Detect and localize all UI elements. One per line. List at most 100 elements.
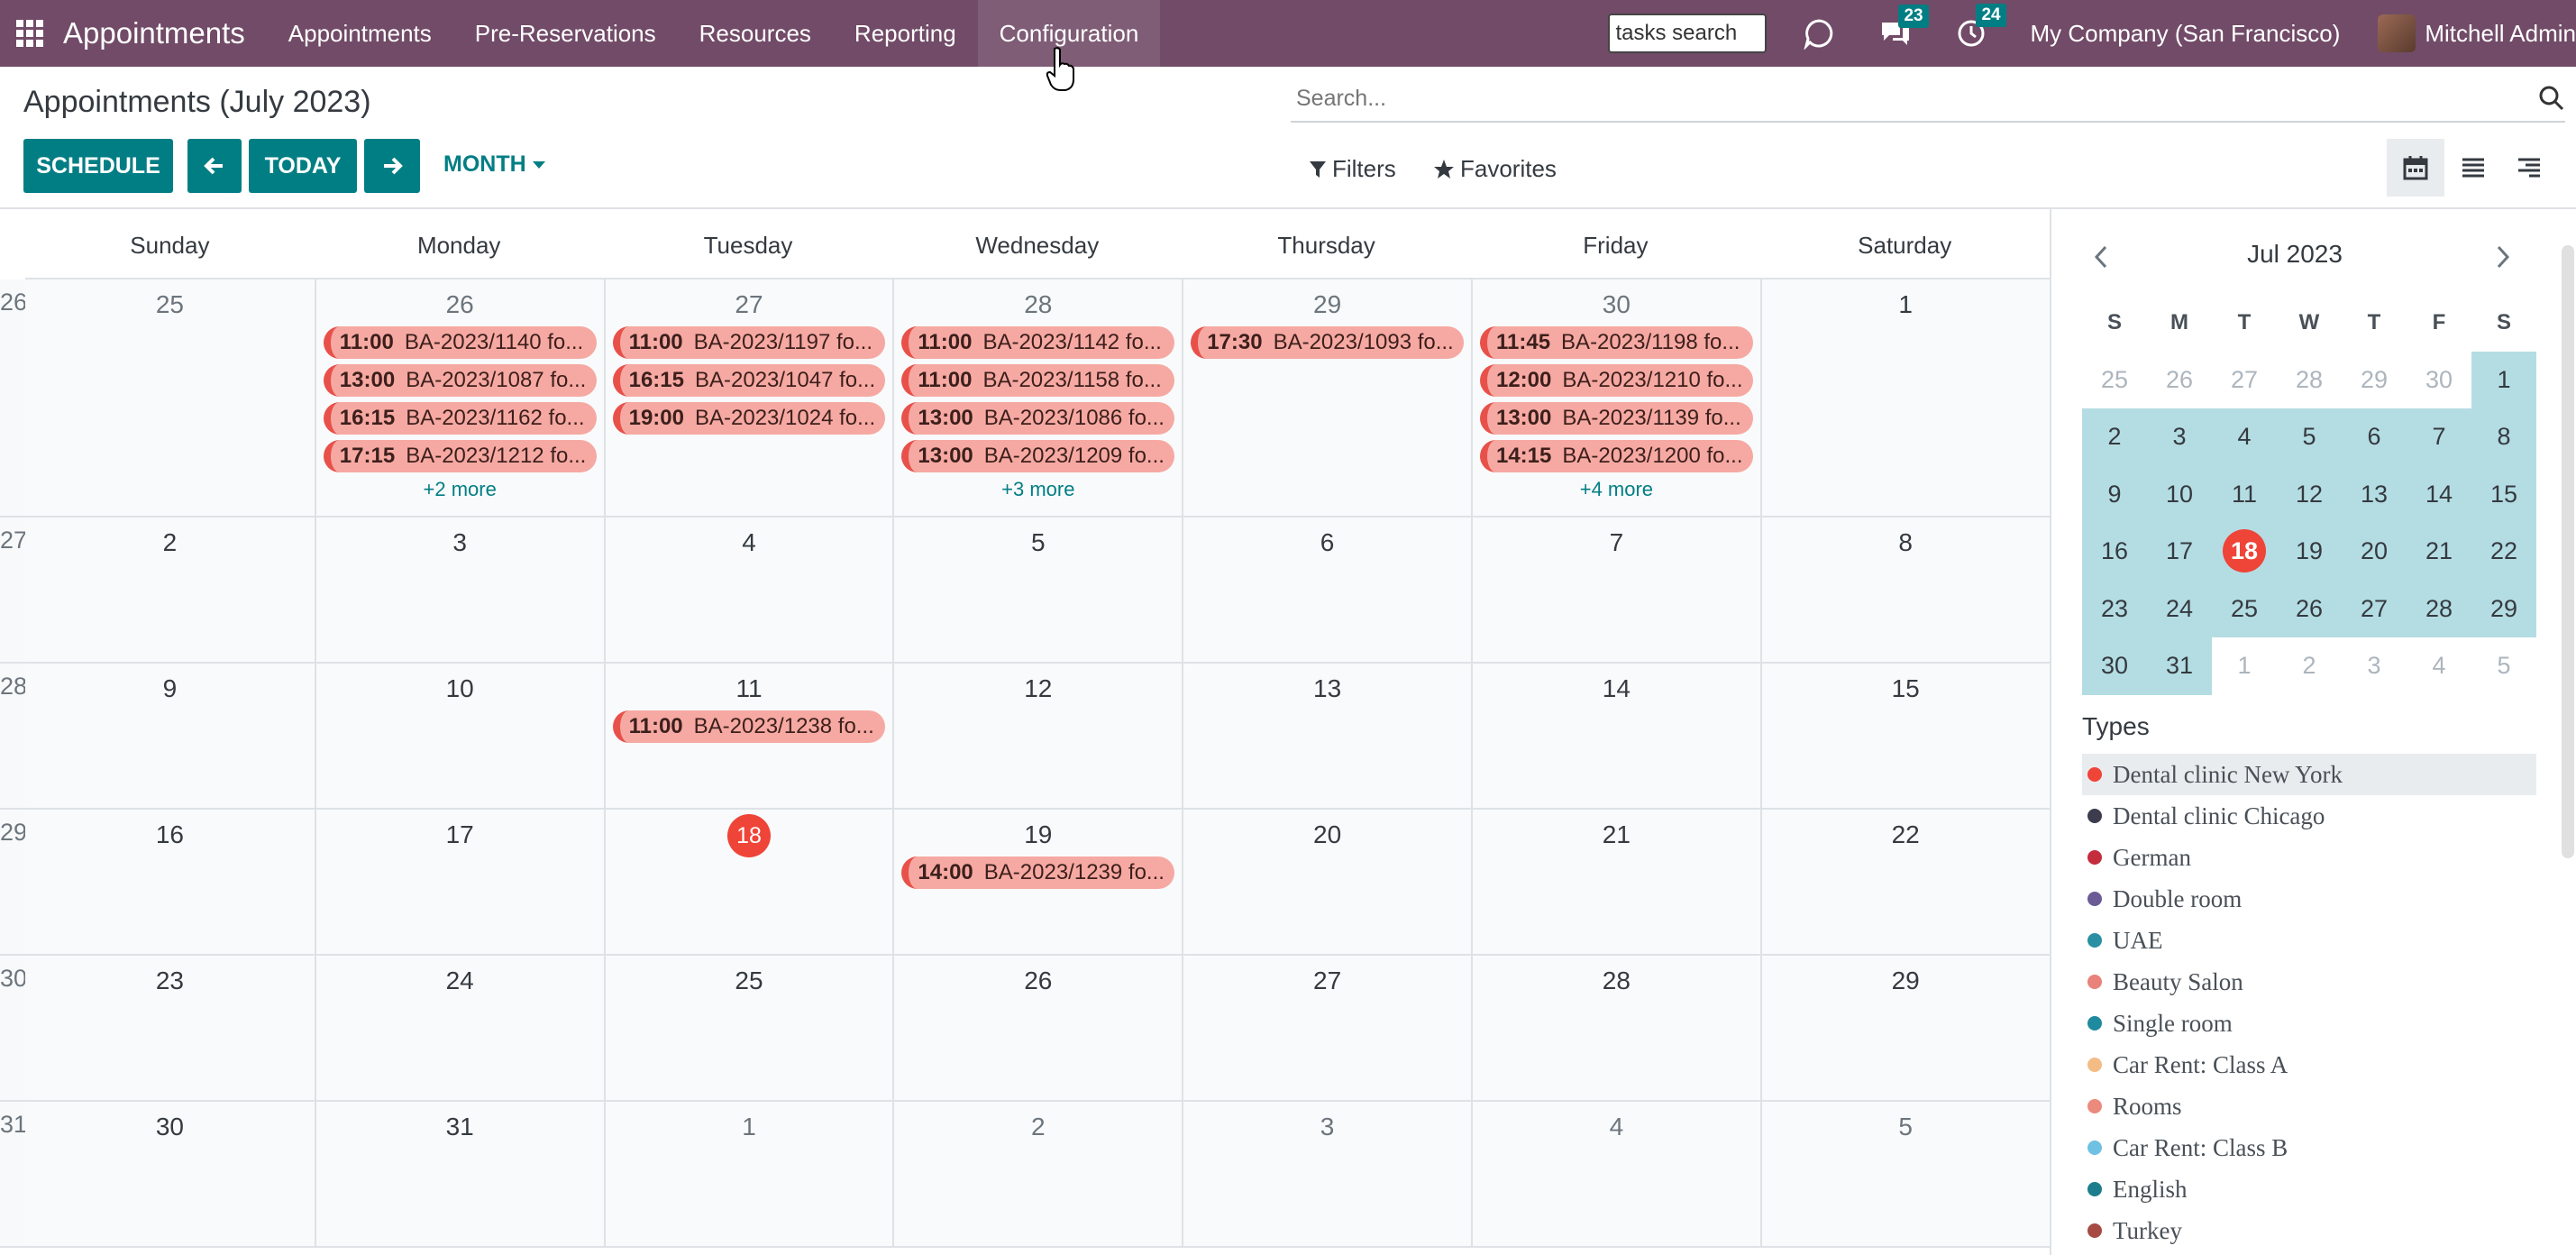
day-cell[interactable]: 19 14:00 BA-2023/1239 fo... (892, 810, 1183, 954)
tasks-search-input[interactable] (1608, 14, 1768, 53)
mini-day[interactable]: 7 (2407, 408, 2471, 466)
mini-day[interactable]: 29 (2471, 580, 2536, 637)
apps-grid-icon[interactable] (16, 20, 43, 47)
day-cell[interactable]: 2 (892, 1102, 1183, 1246)
mini-day[interactable]: 25 (2082, 352, 2147, 409)
menu-reporting[interactable]: Reporting (833, 0, 978, 67)
previous-button[interactable] (187, 139, 242, 193)
day-cell[interactable]: 23 (25, 956, 315, 1100)
type-filter-item[interactable]: English (2082, 1168, 2536, 1210)
day-cell[interactable]: 14 (1470, 664, 1760, 808)
mini-day[interactable]: 4 (2407, 637, 2471, 695)
calendar-event[interactable]: 13:00 BA-2023/1139 fo... (1479, 402, 1753, 435)
mini-day[interactable]: 24 (2147, 580, 2212, 637)
day-cell[interactable]: 16 (25, 810, 315, 954)
day-cell[interactable]: 25 (603, 956, 893, 1100)
day-cell[interactable]: 3 (1182, 1102, 1471, 1246)
day-cell[interactable]: 29 17:30 BA-2023/1093 fo... (1182, 279, 1471, 516)
activities-clock-icon[interactable]: 24 (1956, 4, 2006, 49)
day-cell[interactable]: 27 (1182, 956, 1471, 1100)
mini-day[interactable]: 2 (2082, 408, 2147, 466)
menu-resources[interactable]: Resources (678, 0, 833, 67)
mini-day[interactable]: 21 (2407, 523, 2471, 581)
mini-day[interactable]: 28 (2277, 352, 2342, 409)
day-cell[interactable]: 13 (1182, 664, 1471, 808)
mini-day[interactable]: 11 (2212, 465, 2277, 523)
mini-day[interactable]: 6 (2342, 408, 2407, 466)
gantt-view-button[interactable] (2500, 139, 2558, 197)
mini-day[interactable]: 30 (2082, 637, 2147, 695)
calendar-view-button[interactable] (2387, 139, 2444, 197)
type-filter-item[interactable]: Car Rent: Class B (2082, 1127, 2536, 1168)
calendar-event[interactable]: 13:00 BA-2023/1209 fo... (901, 440, 1175, 472)
mini-day[interactable]: 30 (2407, 352, 2471, 409)
type-filter-item[interactable]: Dental clinic Chicago (2082, 795, 2536, 837)
day-cell[interactable]: 24 (314, 956, 604, 1100)
day-cell[interactable]: 20 (1182, 810, 1471, 954)
mini-day[interactable]: 25 (2212, 580, 2277, 637)
day-cell[interactable]: 7 (1470, 518, 1760, 662)
day-cell[interactable]: 1 (1759, 279, 2050, 516)
calendar-event[interactable]: 16:15 BA-2023/1047 fo... (612, 364, 886, 397)
more-events-link[interactable]: +4 more (1473, 478, 1760, 501)
mini-day[interactable]: 5 (2277, 408, 2342, 466)
day-cell[interactable]: 26 (892, 956, 1183, 1100)
day-cell[interactable]: 1 (603, 1102, 893, 1246)
type-filter-item[interactable]: Single room (2082, 1003, 2536, 1044)
mini-day[interactable]: 2 (2277, 637, 2342, 695)
mini-day[interactable]: 3 (2342, 637, 2407, 695)
side-scrollbar[interactable] (2562, 245, 2574, 858)
scale-dropdown[interactable]: MONTH (443, 151, 546, 178)
mini-day[interactable]: 23 (2082, 580, 2147, 637)
day-cell[interactable]: 28 11:00 BA-2023/1142 fo... 11:00 BA-2023/11… (892, 279, 1183, 516)
type-filter-item[interactable]: Dental clinic New York (2082, 754, 2536, 795)
type-filter-item[interactable]: Car Rent: Class A (2082, 1044, 2536, 1086)
user-menu[interactable]: Mitchell Admin (2378, 14, 2576, 52)
more-events-link[interactable]: +3 more (894, 478, 1182, 501)
day-cell[interactable]: 8 (1759, 518, 2050, 662)
day-cell[interactable]: 17 (314, 810, 604, 954)
day-cell[interactable]: 12 (892, 664, 1183, 808)
type-filter-item[interactable]: Turkey (2082, 1210, 2536, 1251)
mini-day[interactable]: 31 (2147, 637, 2212, 695)
calendar-event[interactable]: 17:30 BA-2023/1093 fo... (1191, 326, 1464, 359)
favorites-button[interactable]: Favorites (1433, 155, 1557, 183)
calendar-event[interactable]: 11:00 BA-2023/1140 fo... (323, 326, 597, 359)
messages-icon[interactable]: 23 (1878, 5, 1929, 48)
day-cell[interactable]: 28 (1470, 956, 1760, 1100)
company-switcher[interactable]: My Company (San Francisco) (2030, 20, 2340, 48)
day-cell[interactable]: 5 (1759, 1102, 2050, 1246)
calendar-event[interactable]: 17:15 BA-2023/1212 fo... (323, 440, 597, 472)
mini-day[interactable]: 16 (2082, 523, 2147, 581)
type-filter-item[interactable]: Double room (2082, 878, 2536, 920)
mini-day[interactable]: 28 (2407, 580, 2471, 637)
search-input[interactable] (1291, 85, 2565, 112)
filters-button[interactable]: Filters (1309, 155, 1396, 183)
day-cell[interactable]: 22 (1759, 810, 2050, 954)
mini-day[interactable]: 4 (2212, 408, 2277, 466)
day-cell[interactable]: 11 11:00 BA-2023/1238 fo... (603, 664, 893, 808)
mini-day[interactable]: 1 (2471, 351, 2536, 408)
day-cell[interactable]: 31 (314, 1102, 604, 1246)
mini-day[interactable]: 8 (2471, 408, 2536, 466)
day-cell[interactable]: 30 11:45 BA-2023/1198 fo... 12:00 BA-2023/12… (1470, 279, 1760, 516)
mini-day[interactable]: 10 (2147, 465, 2212, 523)
menu-appointments[interactable]: Appointments (267, 0, 453, 67)
mini-day[interactable]: 20 (2342, 523, 2407, 581)
mini-day[interactable]: 9 (2082, 465, 2147, 523)
day-cell[interactable]: 26 11:00 BA-2023/1140 fo... 13:00 BA-2023/10… (314, 279, 604, 516)
calendar-event[interactable]: 12:00 BA-2023/1210 fo... (1479, 364, 1753, 397)
mini-day[interactable]: 26 (2277, 580, 2342, 637)
calendar-event[interactable]: 19:00 BA-2023/1024 fo... (612, 402, 886, 435)
schedule-button[interactable]: SCHEDULE (23, 139, 173, 193)
day-cell[interactable]: 4 (603, 518, 893, 662)
next-button[interactable] (364, 139, 420, 193)
calendar-event[interactable]: 14:00 BA-2023/1239 fo... (901, 857, 1175, 889)
day-cell[interactable]: 18 (603, 810, 893, 954)
discuss-icon[interactable] (1803, 17, 1835, 50)
type-filter-item[interactable]: Rooms (2082, 1086, 2536, 1127)
day-cell[interactable]: 4 (1470, 1102, 1760, 1246)
app-brand[interactable]: Appointments (63, 16, 245, 50)
mini-day[interactable]: 26 (2147, 352, 2212, 409)
calendar-event[interactable]: 16:15 BA-2023/1162 fo... (323, 402, 597, 435)
